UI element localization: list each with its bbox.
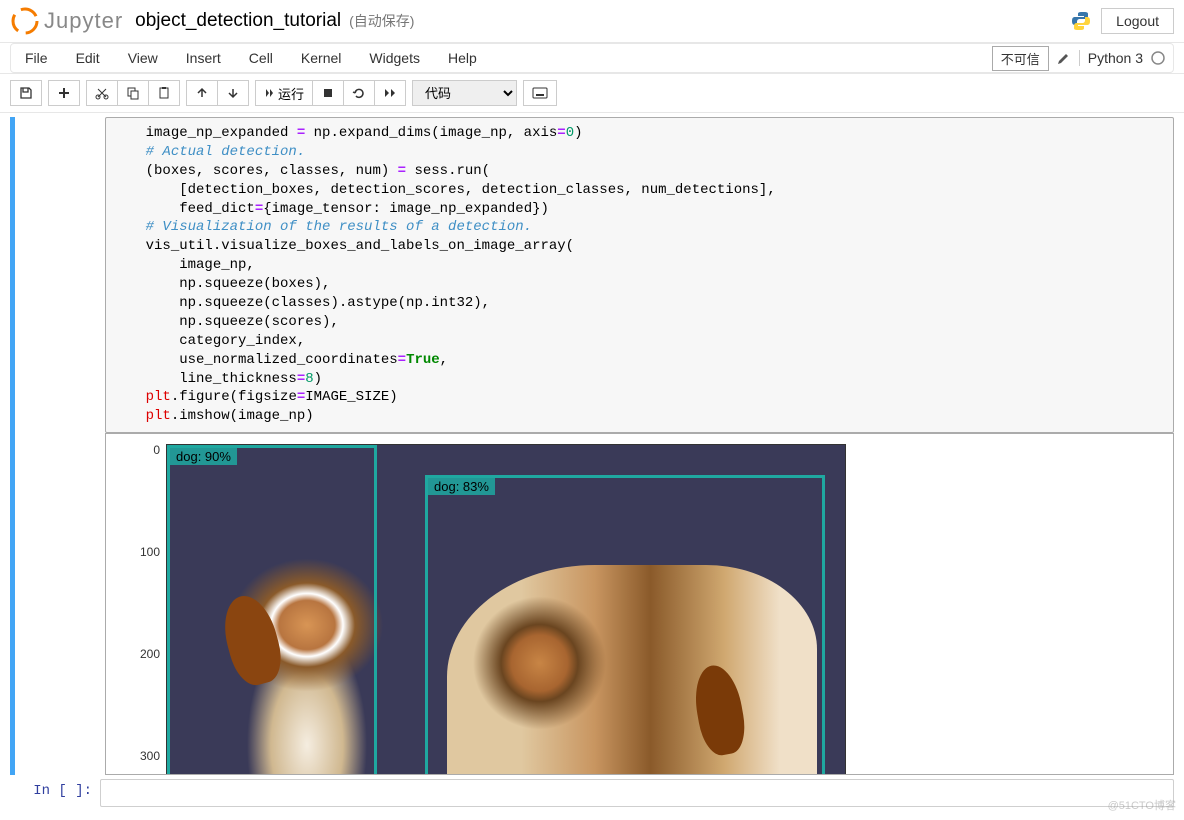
copy-button[interactable]	[118, 80, 149, 106]
code-input[interactable]	[100, 779, 1174, 807]
code-cell[interactable]: image_np_expanded = np.expand_dims(image…	[10, 117, 1174, 775]
trust-badge[interactable]: 不可信	[992, 46, 1049, 71]
run-button[interactable]: 运行	[255, 80, 313, 106]
arrow-up-icon	[195, 86, 209, 100]
command-palette-button[interactable]	[523, 80, 557, 106]
python-icon	[1071, 11, 1091, 31]
detection-box-0: dog: 90%	[167, 445, 377, 774]
detection-box-1: dog: 83%	[425, 475, 825, 774]
menubar: FileEditViewInsertCellKernelWidgetsHelp …	[0, 43, 1184, 74]
menu-widgets[interactable]: Widgets	[355, 44, 434, 72]
save-icon	[19, 86, 33, 100]
stop-icon	[321, 86, 335, 100]
plus-icon	[57, 86, 71, 100]
y-tick: 0	[153, 444, 160, 456]
notebook-name[interactable]: object_detection_tutorial	[135, 10, 341, 32]
move-up-button[interactable]	[186, 80, 218, 106]
fast-forward-icon	[383, 86, 397, 100]
matplotlib-plot: 0100200300400 dog: 90%dog: 83%	[106, 434, 1173, 774]
detection-label: dog: 90%	[170, 448, 237, 465]
kernel-name[interactable]: Python 3	[1079, 50, 1143, 66]
restart-icon	[352, 86, 366, 100]
paste-icon	[157, 86, 171, 100]
restart-button[interactable]	[344, 80, 375, 106]
logo-text: Jupyter	[44, 8, 123, 34]
plot-image: dog: 90% dog: 83%	[166, 444, 846, 774]
menu-edit[interactable]: Edit	[62, 44, 114, 72]
menu-view[interactable]: View	[114, 44, 172, 72]
menu-file[interactable]: File	[11, 44, 62, 72]
notebook-header: Jupyter object_detection_tutorial (自动保存)…	[0, 0, 1184, 43]
edit-icon[interactable]	[1057, 51, 1071, 65]
menu-cell[interactable]: Cell	[235, 44, 287, 72]
cell-prompt: In [ ]:	[10, 779, 100, 807]
jupyter-logo[interactable]: Jupyter	[10, 6, 123, 36]
menu-insert[interactable]: Insert	[172, 44, 235, 72]
move-down-button[interactable]	[218, 80, 249, 106]
cell-output[interactable]: 0100200300400 dog: 90%dog: 83%	[105, 433, 1174, 775]
notebook-area[interactable]: image_np_expanded = np.expand_dims(image…	[0, 113, 1184, 820]
kernel-status-icon	[1151, 51, 1165, 65]
paste-button[interactable]	[149, 80, 180, 106]
y-tick: 100	[140, 546, 160, 558]
output-prompt	[15, 433, 105, 775]
toolbar: 运行 代码	[0, 74, 1184, 113]
menu-help[interactable]: Help	[434, 44, 491, 72]
y-tick: 200	[140, 648, 160, 660]
watermark: @51CTO博客	[1108, 797, 1176, 813]
y-axis: 0100200300400	[116, 444, 166, 774]
cut-icon	[95, 86, 109, 100]
cut-button[interactable]	[86, 80, 118, 106]
y-tick: 300	[140, 750, 160, 762]
fast-forward-button[interactable]	[375, 80, 406, 106]
code-input[interactable]: image_np_expanded = np.expand_dims(image…	[105, 117, 1174, 433]
empty-code-cell[interactable]: In [ ]:	[10, 779, 1174, 807]
copy-icon	[126, 86, 140, 100]
detection-label: dog: 83%	[428, 478, 495, 495]
cell-prompt	[15, 117, 105, 433]
cell-type-select[interactable]: 代码	[412, 80, 517, 106]
autosave-status: (自动保存)	[349, 11, 414, 31]
logout-button[interactable]: Logout	[1101, 8, 1174, 34]
jupyter-icon	[10, 6, 40, 36]
add-cell-button[interactable]	[48, 80, 80, 106]
save-button[interactable]	[10, 80, 42, 106]
run-icon	[264, 88, 274, 98]
menu-kernel[interactable]: Kernel	[287, 44, 355, 72]
arrow-down-icon	[226, 86, 240, 100]
stop-button[interactable]	[313, 80, 344, 106]
keyboard-icon	[532, 87, 548, 99]
